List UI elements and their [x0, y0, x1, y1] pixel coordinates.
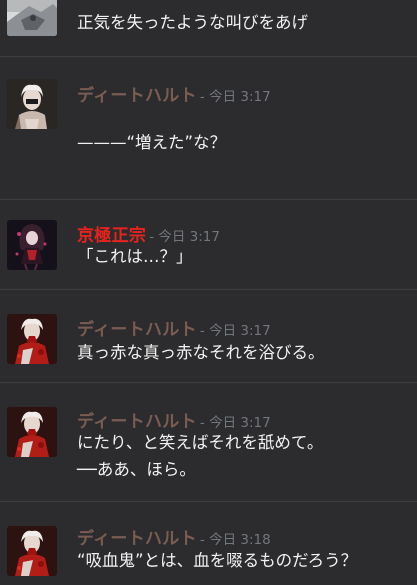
avatar[interactable] — [7, 220, 57, 270]
avatar[interactable] — [7, 314, 57, 364]
chat-message: ディートハルト - 今日 3:17 にたり、と笑えばそれを舐めて。 ──ああ、ほ… — [0, 383, 417, 501]
avatar[interactable] — [7, 526, 57, 576]
author-name[interactable]: ディートハルト — [77, 524, 197, 549]
message-timestamp: - 今日 3:18 — [199, 532, 271, 548]
avatar[interactable] — [7, 0, 57, 36]
message-header: ディートハルト - 今日 3:17 — [77, 315, 271, 340]
message-timestamp: - 今日 3:17 — [199, 89, 271, 105]
message-header: ディートハルト - 今日 3:17 — [77, 407, 271, 432]
message-header: ディートハルト - 今日 3:17 — [77, 81, 271, 106]
chat-message: 京極正宗 - 今日 3:17 「これは…？」 — [0, 200, 417, 289]
message-timestamp: - 今日 3:17 — [199, 415, 271, 431]
author-name[interactable]: ディートハルト — [77, 81, 197, 106]
message-text: ──ああ、ほら。 — [77, 460, 196, 479]
message-header: 京極正宗 - 今日 3:17 — [77, 221, 220, 246]
author-name[interactable]: ディートハルト — [77, 315, 197, 340]
author-name[interactable]: ディートハルト — [77, 407, 197, 432]
message-timestamp: - 今日 3:17 — [149, 229, 220, 245]
message-header: ディートハルト - 今日 3:18 — [77, 524, 271, 549]
author-name[interactable]: 京極正宗 — [77, 221, 146, 246]
message-text: ———“増えた”な？ — [77, 133, 227, 152]
message-text: 「これは…？」 — [77, 247, 193, 266]
chat-message-list: 正気を失ったような叫びをあげ ディートハルト - 今日 3:17 ———“増えた… — [0, 0, 417, 585]
message-text: 真っ赤な真っ赤なそれを浴びる。 — [77, 343, 325, 362]
message-timestamp: - 今日 3:17 — [199, 323, 271, 339]
chat-message: ディートハルト - 今日 3:17 ———“増えた”な？ — [0, 57, 417, 199]
message-text: にたり、と笑えばそれを舐めて。 — [77, 433, 324, 452]
message-text: 正気を失ったような叫びをあげ — [77, 13, 308, 32]
avatar[interactable] — [7, 79, 57, 129]
avatar[interactable] — [7, 407, 57, 457]
chat-message: ディートハルト - 今日 3:18 “吸血鬼”とは、血を啜るものだろう？ — [0, 502, 417, 585]
chat-message: ディートハルト - 今日 3:17 真っ赤な真っ赤なそれを浴びる。 — [0, 290, 417, 382]
message-text: “吸血鬼”とは、血を啜るものだろう？ — [77, 551, 358, 570]
chat-message: 正気を失ったような叫びをあげ — [0, 0, 417, 56]
